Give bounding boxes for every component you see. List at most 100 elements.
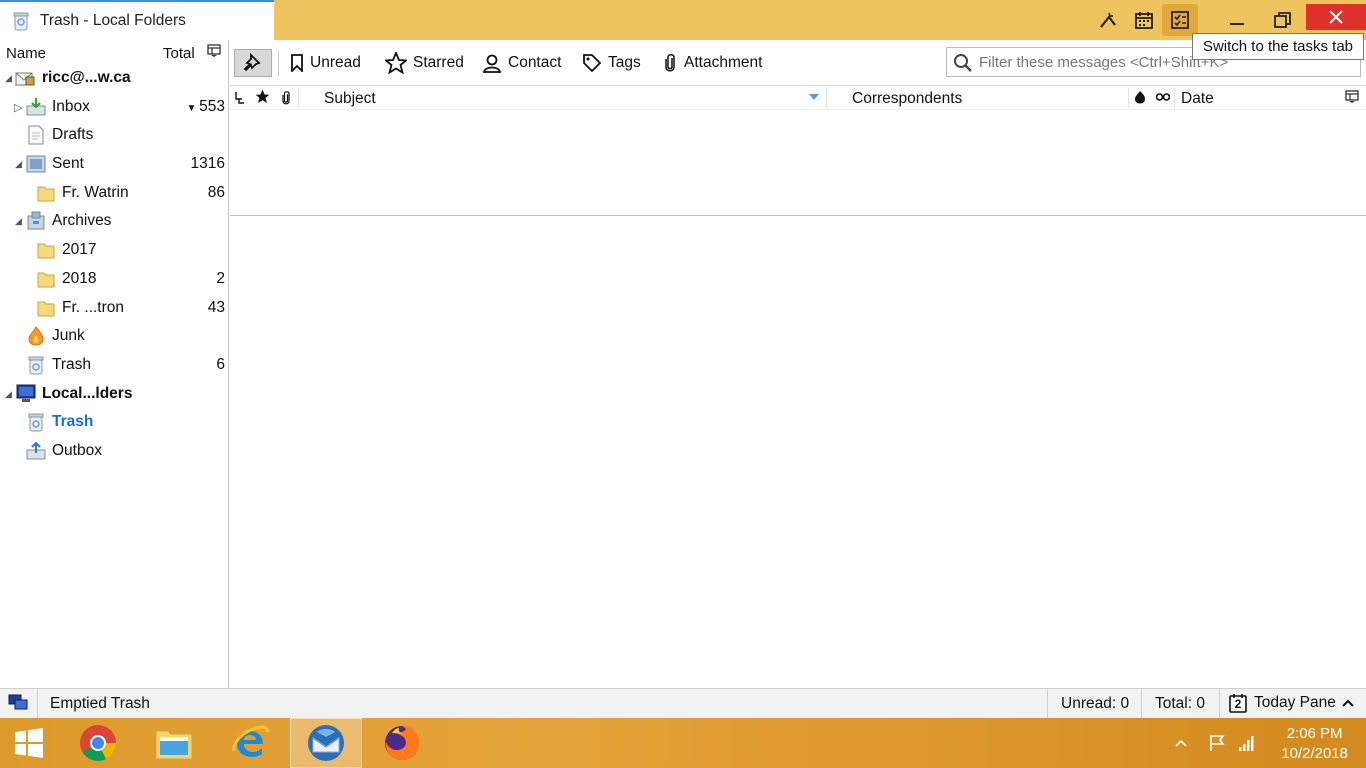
unread-filter-button[interactable]: Unread	[290, 51, 361, 75]
online-status-icon[interactable]	[8, 694, 28, 712]
clock[interactable]: 2:06 PM 10/2/2018	[1281, 724, 1348, 764]
column-separator	[1174, 88, 1175, 108]
star-column-icon[interactable]	[255, 89, 270, 104]
junk-status-column-icon[interactable]	[1134, 90, 1146, 104]
status-separator	[1141, 689, 1142, 719]
restore-icon	[1274, 12, 1291, 28]
outbox-icon	[26, 441, 46, 460]
start-button[interactable]	[0, 718, 58, 768]
chat-tab-button[interactable]	[1090, 4, 1126, 36]
unread-arrow-icon: ▼	[186, 103, 200, 114]
system-tray	[1174, 718, 1256, 768]
show-hidden-icons-icon[interactable]	[1174, 738, 1188, 748]
folder-label: 2018	[62, 270, 97, 287]
archives-icon	[27, 211, 45, 230]
read-status-column-icon[interactable]	[1156, 93, 1170, 101]
starred-filter-button[interactable]: Starred	[385, 51, 464, 75]
firefox-taskbar-button[interactable]	[366, 718, 438, 768]
folder-label: Local...lders	[42, 385, 133, 402]
star-icon	[385, 52, 407, 74]
folder-row-trash-account[interactable]: Trash 6	[0, 351, 229, 379]
paperclip-icon	[665, 54, 675, 72]
folder-label: Fr. ...tron	[62, 299, 125, 316]
expand-triangle-icon[interactable]: ▷	[14, 101, 22, 114]
correspondents-column-header[interactable]: Correspondents	[852, 90, 962, 108]
folder-row-fr-tron[interactable]: Fr. ...tron 43	[0, 294, 229, 322]
folder-label: Trash	[52, 356, 92, 373]
folder-row-drafts[interactable]: Drafts	[0, 121, 229, 149]
status-separator	[37, 689, 38, 719]
folder-icon	[37, 272, 55, 288]
folder-label: ricc@...w.ca	[42, 69, 131, 86]
column-picker-icon[interactable]	[207, 44, 221, 58]
pin-icon	[243, 53, 261, 72]
clock-time: 2:06 PM	[1286, 725, 1343, 742]
minimize-icon	[1230, 23, 1244, 25]
attachment-column-icon[interactable]	[280, 89, 292, 107]
chrome-taskbar-button[interactable]	[62, 718, 134, 768]
contact-filter-button[interactable]: Contact	[482, 51, 561, 75]
folder-row-fr-watrin[interactable]: Fr. Watrin 86	[0, 179, 229, 207]
windows-icon	[15, 728, 43, 758]
internet-explorer-taskbar-button[interactable]	[214, 718, 286, 768]
message-pane	[230, 217, 1366, 688]
firefox-icon	[385, 726, 420, 760]
column-separator	[298, 88, 299, 108]
network-signal-icon[interactable]	[1238, 734, 1256, 752]
attachment-filter-button[interactable]: Attachment	[662, 51, 762, 75]
collapse-triangle-icon[interactable]: ◢	[15, 216, 22, 227]
collapse-triangle-icon[interactable]: ◢	[5, 73, 12, 84]
folder-icon	[37, 243, 55, 259]
folder-row-2018[interactable]: 2018 2	[0, 265, 229, 293]
junk-icon	[28, 326, 44, 346]
column-total-header[interactable]: Total	[163, 45, 195, 62]
collapse-triangle-icon[interactable]: ◢	[15, 159, 22, 170]
folder-row-archives[interactable]: ◢ Archives	[0, 207, 229, 235]
contact-label: Contact	[508, 54, 562, 71]
folder-row-trash-local[interactable]: Trash	[0, 408, 229, 436]
restore-button[interactable]	[1260, 6, 1306, 34]
thread-pane[interactable]	[230, 110, 1366, 216]
column-name-header[interactable]: Name	[6, 45, 46, 62]
folder-count: ▼ 553	[186, 98, 225, 115]
drafts-icon	[28, 125, 44, 145]
title-bar: Trash - Local Folders	[0, 0, 1366, 40]
tasks-icon	[1171, 11, 1189, 29]
folder-row-inbox[interactable]: ▷ Inbox ▼ 553	[0, 93, 229, 121]
calendar-tab-button[interactable]	[1126, 4, 1162, 36]
folder-label: Trash	[52, 413, 94, 430]
collapse-triangle-icon[interactable]: ◢	[5, 389, 12, 400]
folder-label: 2017	[62, 241, 97, 258]
inbox-icon	[26, 98, 46, 116]
close-button[interactable]	[1306, 4, 1366, 30]
thunderbird-taskbar-button[interactable]	[290, 718, 362, 768]
action-center-flag-icon[interactable]	[1208, 734, 1226, 752]
tab-trash-local-folders[interactable]: Trash - Local Folders	[0, 0, 274, 40]
tags-filter-button[interactable]: Tags	[582, 51, 641, 75]
tasks-tab-button[interactable]	[1162, 4, 1198, 36]
folder-pane: Name Total ◢ ricc@...w.ca ▷ Inbox ▼ 553 …	[0, 40, 229, 688]
thread-icon[interactable]	[234, 91, 246, 105]
folder-row-2017[interactable]: 2017	[0, 236, 229, 264]
tags-label: Tags	[608, 54, 641, 71]
tag-icon	[583, 54, 602, 73]
folder-row-account[interactable]: ◢ ricc@...w.ca	[0, 64, 229, 92]
today-pane-button[interactable]: 2 Today Pane	[1228, 693, 1354, 713]
file-explorer-taskbar-button[interactable]	[138, 718, 210, 768]
close-icon	[1329, 10, 1343, 24]
sticky-filter-button[interactable]	[234, 49, 272, 77]
contact-icon	[482, 54, 502, 73]
column-separator	[1128, 88, 1129, 108]
internet-explorer-icon	[232, 725, 269, 757]
column-picker-icon[interactable]	[1345, 90, 1359, 104]
status-separator	[1047, 689, 1048, 719]
folder-row-junk[interactable]: Junk	[0, 322, 229, 350]
search-placeholder: Filter these messages <Ctrl+Shift+K>	[979, 53, 1229, 71]
folder-row-sent[interactable]: ◢ Sent 1316	[0, 150, 229, 178]
folder-row-local-folders[interactable]: ◢ Local...lders	[0, 380, 229, 408]
minimize-button[interactable]	[1214, 6, 1260, 34]
folder-icon	[37, 301, 55, 317]
date-column-header[interactable]: Date	[1181, 90, 1214, 108]
subject-column-header[interactable]: Subject	[324, 90, 376, 108]
folder-row-outbox[interactable]: Outbox	[0, 437, 229, 465]
